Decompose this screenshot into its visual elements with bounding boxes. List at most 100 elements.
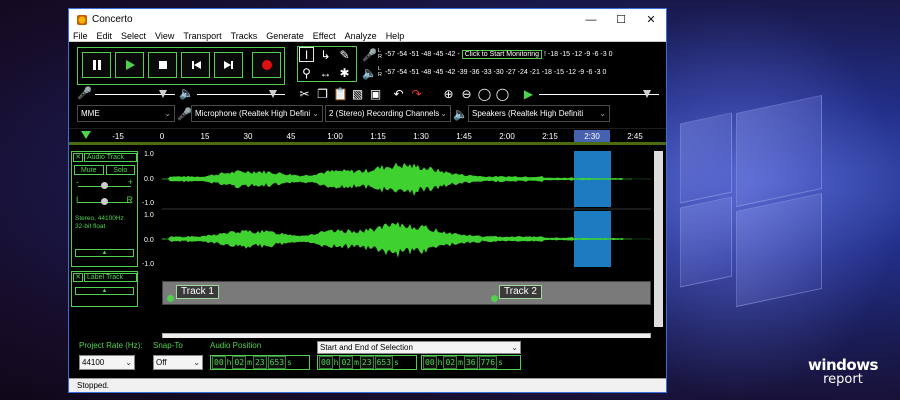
timeline-tick: 1:30 — [413, 132, 429, 141]
envelope-tool-icon[interactable]: ↳ — [318, 47, 333, 62]
menu-select[interactable]: Select — [121, 31, 146, 41]
close-icon[interactable]: ✕ — [636, 9, 666, 30]
close-track-icon[interactable]: ✕ — [73, 273, 83, 282]
menu-transport[interactable]: Transport — [183, 31, 221, 41]
time-digit: 00 — [212, 356, 226, 369]
menu-view[interactable]: View — [155, 31, 174, 41]
skip-to-start-button[interactable] — [181, 52, 210, 78]
mute-button[interactable]: Mute — [74, 165, 104, 175]
time-unit: m — [458, 358, 463, 367]
menu-analyze[interactable]: Analyze — [345, 31, 377, 41]
input-device-value: Microphone (Realtek High Defini — [195, 109, 311, 118]
time-digit: 02 — [232, 356, 247, 369]
amp-label: -1.0 — [142, 261, 155, 268]
play-speed-slider[interactable] — [539, 90, 659, 98]
selection-start-field[interactable]: 00 h 02 m 23 653 s — [317, 355, 417, 370]
selection-mode-select[interactable]: Start and End of Selection ⌄ — [317, 341, 521, 354]
copy-icon[interactable]: ❐ — [315, 86, 330, 101]
amp-label: 0.0 — [144, 237, 154, 244]
timeline-tick: 0 — [159, 132, 165, 141]
silence-icon[interactable]: ▣ — [368, 86, 383, 101]
audio-position-label: Audio Position — [210, 341, 262, 350]
watermark-logo: windows report — [808, 358, 879, 387]
redo-icon[interactable]: ↷ — [409, 86, 424, 101]
time-digit: 23 — [359, 356, 374, 369]
timeline-ruler[interactable]: -15 0 15 30 45 1:00 1:15 1:30 1:45 2:00 … — [69, 128, 666, 145]
skip-to-start-icon — [191, 61, 201, 69]
channels-select[interactable]: 2 (Stereo) Recording Channels ⌄ — [325, 105, 451, 122]
track-name-menu[interactable]: Audio Track — [84, 153, 137, 162]
timeline-tick: 2:45 — [627, 132, 643, 141]
fit-project-icon[interactable]: ◯ — [495, 86, 510, 101]
vertical-scrollbar[interactable] — [654, 151, 663, 327]
record-meter[interactable]: LR -57 -54 -51 -48 -45 -42 - Click to St… — [378, 47, 612, 61]
selection-end-field[interactable]: 00 h 02 m 36 776 s — [421, 355, 521, 370]
paste-icon[interactable]: 📋 — [333, 86, 348, 101]
label-pin-icon[interactable] — [167, 295, 174, 302]
selection-mode-value: Start and End of Selection — [320, 343, 413, 352]
microphone-icon[interactable]: 🎤 — [362, 47, 377, 62]
fit-selection-icon[interactable]: ◯ — [477, 86, 492, 101]
time-unit: s — [394, 358, 399, 367]
play-head-icon[interactable] — [81, 131, 91, 139]
chevron-down-icon: ⌄ — [193, 358, 200, 367]
selection-toolbar: Project Rate (Hz): 44100 ⌄ Snap-To Off ⌄ A… — [69, 338, 666, 378]
zoom-out-icon[interactable]: ⊖ — [459, 86, 474, 101]
amplitude-scale: 1.0 0.0 -1.0 1.0 0.0 -1.0 — [140, 151, 162, 268]
collapse-track-button[interactable]: ▲ — [75, 249, 134, 257]
input-device-select[interactable]: Microphone (Realtek High Defini ⌄ — [191, 105, 323, 122]
waveform-left-channel — [162, 162, 632, 196]
pan-slider[interactable]: L R — [72, 195, 137, 209]
menu-help[interactable]: Help — [386, 31, 405, 41]
mic-device-icon: 🎤 — [177, 106, 192, 121]
audio-host-select[interactable]: MME ⌄ — [77, 105, 175, 122]
selection-tool-icon[interactable]: I — [299, 47, 314, 62]
start-monitoring-button[interactable]: Click to Start Monitoring — [461, 49, 542, 59]
minimize-icon[interactable]: — — [576, 9, 606, 30]
project-rate-label: Project Rate (Hz): — [79, 341, 143, 350]
audio-position-field[interactable]: 00 h 02 m 23 653 s — [210, 355, 310, 370]
play-at-speed-icon[interactable]: ▶ — [521, 86, 536, 101]
maximize-icon[interactable]: ☐ — [606, 9, 636, 30]
menu-effect[interactable]: Effect — [313, 31, 336, 41]
skip-to-end-button[interactable] — [214, 52, 243, 78]
speaker-icon[interactable]: 🔈 — [362, 65, 377, 80]
timeshift-tool-icon[interactable]: ↔ — [318, 65, 333, 80]
zoom-in-icon[interactable]: ⊕ — [441, 86, 456, 101]
menu-file[interactable]: File — [73, 31, 88, 41]
amp-label: 1.0 — [144, 151, 154, 158]
label-track-lane[interactable]: Track 1 Track 2 — [162, 281, 651, 305]
chevron-down-icon: ⌄ — [164, 109, 171, 118]
label-pin-icon[interactable] — [491, 295, 498, 302]
stop-button[interactable] — [148, 52, 177, 78]
menu-bar: File Edit Select View Transport Tracks G… — [69, 30, 666, 42]
draw-tool-icon[interactable]: ✎ — [337, 47, 352, 62]
multi-tool-icon[interactable]: ✱ — [337, 65, 352, 80]
record-button[interactable] — [252, 52, 281, 78]
undo-icon[interactable]: ↶ — [391, 86, 406, 101]
input-volume-slider[interactable] — [95, 90, 175, 98]
gain-slider[interactable]: - + — [72, 177, 137, 195]
play-button[interactable] — [115, 52, 144, 78]
output-volume-slider[interactable] — [197, 90, 285, 98]
time-digit: 00 — [319, 356, 333, 369]
pause-button[interactable] — [82, 52, 111, 78]
trim-icon[interactable]: ▧ — [350, 86, 365, 101]
label-track-name-menu[interactable]: Label Track — [84, 273, 137, 282]
zoom-tool-icon[interactable]: ⚲ — [299, 65, 314, 80]
playback-meter[interactable]: LR -57 -54 -51 -48 -45 -42 -39 -36 -33 -… — [378, 65, 606, 79]
cut-icon[interactable]: ✂ — [297, 86, 312, 101]
menu-tracks[interactable]: Tracks — [231, 31, 258, 41]
label-track-1[interactable]: Track 1 — [176, 285, 219, 299]
label-track-2[interactable]: Track 2 — [499, 285, 542, 299]
waveform[interactable] — [162, 151, 651, 267]
menu-edit[interactable]: Edit — [97, 31, 113, 41]
snap-to-select[interactable]: Off ⌄ — [153, 355, 203, 370]
snap-to-label: Snap-To — [153, 341, 183, 350]
collapse-label-track-button[interactable]: ▲ — [75, 287, 134, 295]
close-track-icon[interactable]: ✕ — [73, 153, 83, 162]
menu-generate[interactable]: Generate — [266, 31, 304, 41]
solo-button[interactable]: Solo — [105, 165, 135, 175]
output-device-select[interactable]: Speakers (Realtek High Definiti ⌄ — [468, 105, 610, 122]
project-rate-select[interactable]: 44100 ⌄ — [79, 355, 135, 370]
